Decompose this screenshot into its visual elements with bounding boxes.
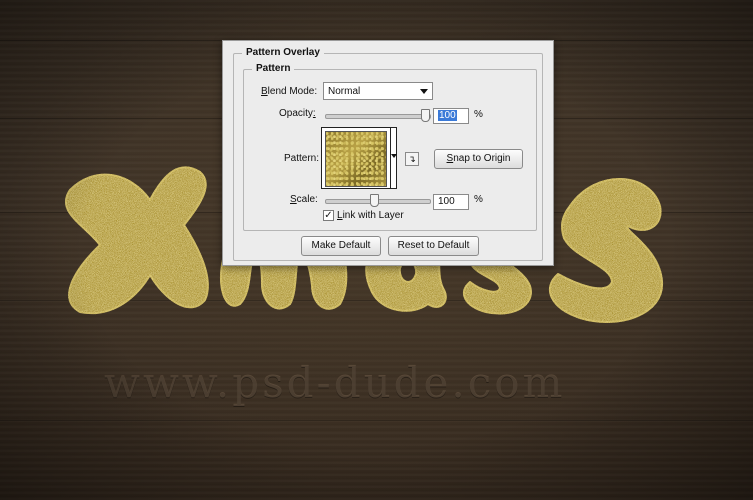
reset-to-default-button[interactable]: Reset to Default xyxy=(388,236,479,256)
scale-label: Scale: xyxy=(290,194,318,205)
checkmark-icon: ✓ xyxy=(324,210,333,221)
pattern-dropdown-caret-icon[interactable] xyxy=(391,154,397,158)
dropdown-caret-icon xyxy=(420,89,428,94)
snap-to-origin-button[interactable]: Snap to Origin xyxy=(434,149,523,169)
pattern-overlay-dialog: Pattern Overlay Pattern Blend Mode: Norm… xyxy=(222,40,554,266)
link-with-layer-checkbox[interactable]: ✓ xyxy=(323,210,334,221)
pattern-label: Pattern: xyxy=(284,153,320,164)
blend-mode-label: Blend Mode: xyxy=(261,86,318,97)
opacity-slider-thumb[interactable] xyxy=(421,109,430,122)
gold-glitter-pattern-swatch xyxy=(325,131,387,187)
opacity-label: Opacity: xyxy=(279,108,316,119)
pattern-divider xyxy=(390,128,391,188)
subgroup-title: Pattern xyxy=(252,63,295,74)
blend-mode-value: Normal xyxy=(328,86,361,97)
pattern-picker[interactable] xyxy=(321,127,397,189)
new-preset-icon[interactable]: ↴ xyxy=(405,152,419,166)
make-default-button[interactable]: Make Default xyxy=(301,236,381,256)
link-with-layer-label: Link with Layer xyxy=(337,210,404,221)
scale-input[interactable]: 100 xyxy=(433,194,469,210)
watermark-text: www.psd-dude.com xyxy=(104,358,566,407)
opacity-slider-track[interactable] xyxy=(325,114,431,119)
group-title: Pattern Overlay xyxy=(242,47,324,58)
opacity-input[interactable]: 100 xyxy=(433,108,469,124)
scale-slider-thumb[interactable] xyxy=(370,194,379,207)
blend-mode-select[interactable]: Normal xyxy=(323,82,433,100)
opacity-unit: % xyxy=(474,109,483,120)
scale-unit: % xyxy=(474,194,483,205)
